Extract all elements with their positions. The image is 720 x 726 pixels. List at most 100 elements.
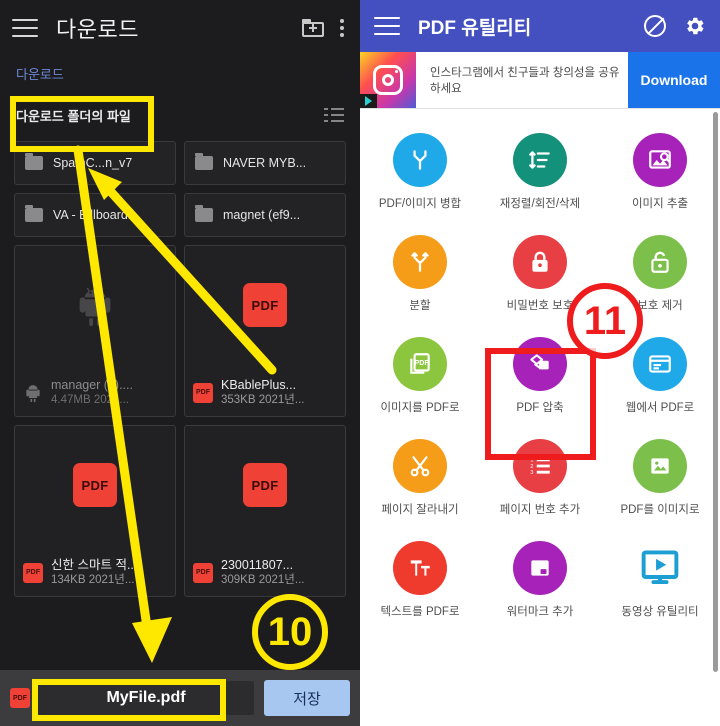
tool-compress-pdf[interactable]: PDF 압축 bbox=[480, 327, 600, 429]
save-file-bar: PDF MyFile.pdf 저장 bbox=[0, 670, 360, 726]
tool-label: 이미지 추출 bbox=[631, 198, 689, 210]
folder-card[interactable]: magnet (ef9... bbox=[184, 193, 346, 237]
file-name: manager (1).... bbox=[51, 378, 133, 392]
split-icon bbox=[393, 235, 447, 289]
file-thumbnail: PDF bbox=[185, 426, 345, 544]
pdf-file-icon: PDF bbox=[10, 688, 30, 708]
pdf-utility-appbar: PDF 유틸리티 bbox=[360, 0, 720, 52]
instagram-icon bbox=[373, 65, 403, 95]
reorder-icon bbox=[513, 133, 567, 187]
folder-name: VA - Billboard... bbox=[53, 208, 139, 222]
tool-merge[interactable]: PDF/이미지 병합 bbox=[360, 123, 480, 225]
file-manager-appbar: 다운로드 bbox=[0, 0, 360, 56]
file-meta-text: 4.47MB 2021... bbox=[51, 394, 129, 406]
ad-text: 인스타그램에서 친구들과 창의성을 공유하세요 bbox=[430, 67, 620, 95]
lock-icon bbox=[513, 235, 567, 289]
hamburger-icon[interactable] bbox=[374, 17, 400, 35]
file-card[interactable]: PDF PDF 신한 스마트 적... 134KB 2021년... bbox=[14, 425, 176, 597]
numbered-list-icon: 123 bbox=[513, 439, 567, 493]
file-meta-text: 353KB 2021년... bbox=[221, 394, 305, 406]
file-name: KBablePlus... bbox=[221, 378, 297, 392]
breadcrumb[interactable]: 다운로드 bbox=[0, 56, 360, 89]
new-folder-icon[interactable] bbox=[302, 19, 324, 37]
more-vertical-icon[interactable] bbox=[340, 19, 344, 37]
hamburger-icon[interactable] bbox=[12, 19, 38, 37]
ad-banner[interactable]: 인스타그램에서 친구들과 창의성을 공유하세요 Download bbox=[360, 52, 720, 109]
tool-label: 동영상 유틸리티 bbox=[621, 606, 699, 618]
tool-password-protect[interactable]: 비밀번호 보호 bbox=[480, 225, 600, 327]
text-to-pdf-icon bbox=[393, 541, 447, 595]
pdf-utility-panel: PDF 유틸리티 인스타그램에서 친구들과 창의성을 공유하세요 Downloa… bbox=[360, 0, 720, 726]
android-icon bbox=[26, 384, 40, 402]
tool-label: PDF/이미지 병합 bbox=[378, 198, 462, 210]
folder-icon bbox=[195, 153, 213, 170]
tool-label: 텍스트를 PDF로 bbox=[380, 606, 460, 618]
pdf-file-icon: PDF bbox=[23, 562, 43, 583]
file-card[interactable]: PDF PDF 230011807... 309KB 2021년... bbox=[184, 425, 346, 597]
folder-card[interactable]: SpamC...n_v7 bbox=[14, 141, 176, 185]
list-view-icon[interactable] bbox=[324, 107, 344, 124]
ad-download-button[interactable]: Download bbox=[628, 52, 720, 108]
folder-name: NAVER MYB... bbox=[223, 156, 307, 170]
file-meta: manager (1).... 4.47MB 2021... bbox=[15, 377, 169, 408]
file-thumbnail: PDF bbox=[15, 426, 175, 544]
folder-subheader-label: 다운로드 폴더의 파일 bbox=[16, 108, 131, 124]
pdf-file-icon: PDF bbox=[243, 283, 287, 327]
file-card[interactable]: manager (1).... 4.47MB 2021... bbox=[14, 245, 176, 417]
file-grid: manager (1).... 4.47MB 2021... PDF PDF K… bbox=[0, 237, 360, 597]
tool-watermark[interactable]: 워터마크 추가 bbox=[480, 531, 600, 633]
file-meta-text: 309KB 2021년... bbox=[221, 574, 305, 586]
page-title: PDF 유틸리티 bbox=[418, 17, 532, 39]
tool-split[interactable]: 분할 bbox=[360, 225, 480, 327]
tool-text-to-pdf[interactable]: 텍스트를 PDF로 bbox=[360, 531, 480, 633]
folder-name: magnet (ef9... bbox=[223, 208, 301, 222]
tool-label: 웹에서 PDF로 bbox=[625, 402, 695, 414]
tool-crop-page[interactable]: 페이지 잘라내기 bbox=[360, 429, 480, 531]
tool-web-to-pdf[interactable]: 웹에서 PDF로 bbox=[600, 327, 720, 429]
folder-icon bbox=[195, 205, 213, 222]
file-meta: PDF KBablePlus... 353KB 2021년... bbox=[185, 377, 339, 408]
tool-image-to-pdf[interactable]: PDF 이미지를 PDF로 bbox=[360, 327, 480, 429]
tool-label: PDF를 이미지로 bbox=[620, 504, 700, 516]
folder-icon bbox=[25, 153, 43, 170]
tool-pdf-to-image[interactable]: PDF를 이미지로 bbox=[600, 429, 720, 531]
tool-remove-protection[interactable]: 보호 제거 bbox=[600, 225, 720, 327]
tool-label: 이미지를 PDF로 bbox=[380, 402, 460, 414]
file-name: 신한 스마트 적... bbox=[51, 558, 138, 572]
android-icon bbox=[79, 287, 111, 327]
no-ads-icon[interactable] bbox=[644, 15, 666, 37]
scissors-icon bbox=[393, 439, 447, 493]
file-thumbnail: PDF bbox=[185, 246, 345, 364]
file-meta: PDF 230011807... 309KB 2021년... bbox=[185, 557, 339, 588]
adchoices-icon[interactable] bbox=[360, 94, 377, 108]
tool-grid: PDF/이미지 병합 재정렬/회전/삭제 이미지 추출 분할 비밀번호 보호 보… bbox=[360, 109, 720, 633]
image-to-pdf-icon: PDF bbox=[393, 337, 447, 391]
tool-label: 페이지 번호 추가 bbox=[499, 504, 581, 516]
extract-image-icon bbox=[633, 133, 687, 187]
file-card[interactable]: PDF PDF KBablePlus... 353KB 2021년... bbox=[184, 245, 346, 417]
tool-label: 페이지 잘라내기 bbox=[381, 504, 459, 516]
svg-text:PDF: PDF bbox=[415, 360, 430, 367]
tool-video-utility[interactable]: 동영상 유틸리티 bbox=[600, 531, 720, 633]
file-meta-text: 134KB 2021년... bbox=[51, 574, 135, 586]
vertical-scrollbar[interactable] bbox=[713, 112, 718, 672]
gear-icon[interactable] bbox=[684, 15, 706, 37]
folder-card[interactable]: NAVER MYB... bbox=[184, 141, 346, 185]
filename-input[interactable]: MyFile.pdf bbox=[38, 681, 254, 715]
tool-extract-image[interactable]: 이미지 추출 bbox=[600, 123, 720, 225]
tool-add-page-numbers[interactable]: 123 페이지 번호 추가 bbox=[480, 429, 600, 531]
tool-label: 비밀번호 보호 bbox=[506, 300, 574, 312]
folder-card[interactable]: VA - Billboard... bbox=[14, 193, 176, 237]
save-button[interactable]: 저장 bbox=[264, 680, 350, 716]
folder-name: SpamC...n_v7 bbox=[53, 156, 133, 170]
folder-grid: SpamC...n_v7 NAVER MYB... VA - Billboard… bbox=[0, 141, 360, 237]
merge-icon bbox=[393, 133, 447, 187]
page-title: 다운로드 bbox=[56, 17, 139, 42]
pdf-file-icon: PDF bbox=[73, 463, 117, 507]
file-manager-panel: 다운로드 다운로드 다운로드 폴더의 파일 SpamC...n_v7 NAVER… bbox=[0, 0, 360, 726]
pdf-file-icon: PDF bbox=[193, 562, 213, 583]
file-meta: PDF 신한 스마트 적... 134KB 2021년... bbox=[15, 557, 169, 588]
file-name: 230011807... bbox=[221, 558, 294, 572]
tool-label: 재정렬/회전/삭제 bbox=[499, 198, 581, 210]
tool-reorder[interactable]: 재정렬/회전/삭제 bbox=[480, 123, 600, 225]
